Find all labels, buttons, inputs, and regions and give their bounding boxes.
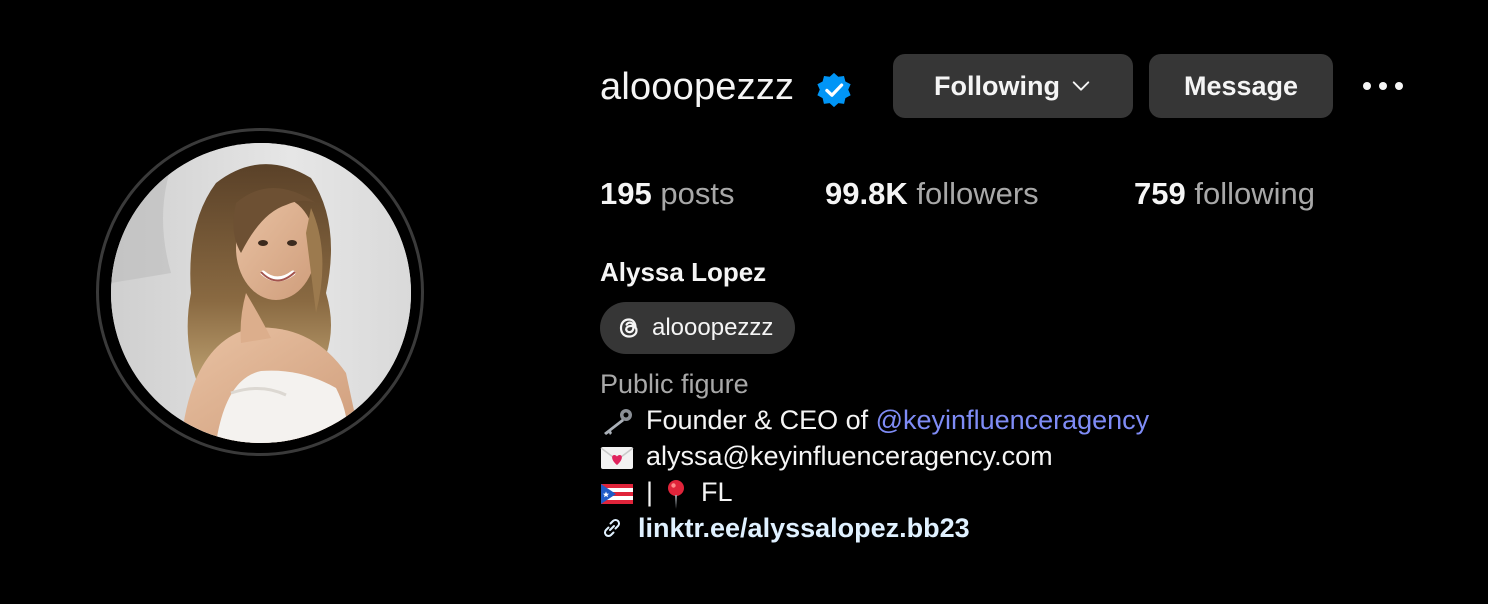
link-icon	[600, 516, 624, 540]
external-link[interactable]: linktr.ee/alyssalopez.bb23	[600, 511, 970, 545]
following-count: 759	[1134, 176, 1186, 211]
key-icon	[600, 407, 634, 437]
threads-badge[interactable]: alooopezzz	[600, 302, 795, 354]
threads-handle: alooopezzz	[652, 314, 774, 341]
bio-line-location: | FL	[600, 475, 733, 510]
threads-icon	[614, 313, 644, 343]
posts-count: 195	[600, 176, 652, 211]
bio-line-email: alyssa@keyinfluenceragency.com	[600, 439, 1053, 473]
chevron-down-icon	[1070, 75, 1092, 97]
stat-following-link[interactable]: 759 following	[1134, 174, 1315, 214]
bio-separator: |	[646, 477, 654, 507]
mention-link[interactable]: @keyinfluenceragency	[876, 405, 1150, 435]
bio-line-founder: Founder & CEO of @keyinfluenceragency	[600, 403, 1149, 437]
verified-badge-icon	[815, 71, 853, 109]
stat-posts: 195 posts	[600, 174, 734, 214]
round-pushpin-icon	[663, 478, 689, 510]
external-link-text: linktr.ee/alyssalopez.bb23	[638, 512, 970, 543]
more-options-icon[interactable]	[1356, 70, 1410, 102]
posts-label: posts	[660, 176, 735, 211]
following-label: following	[1194, 176, 1315, 211]
love-letter-icon	[600, 443, 634, 473]
bio-email-text: alyssa@keyinfluenceragency.com	[646, 441, 1053, 471]
following-button[interactable]: Following	[893, 54, 1133, 118]
message-button[interactable]: Message	[1149, 54, 1333, 118]
avatar[interactable]	[111, 143, 411, 443]
profile-full-name: Alyssa Lopez	[600, 257, 767, 287]
stat-followers-link[interactable]: 99.8K followers	[825, 174, 1039, 214]
profile-photo	[111, 143, 411, 443]
profile-username: alooopezzz	[600, 66, 795, 108]
profile-category: Public figure	[600, 369, 749, 399]
puerto-rico-flag-icon	[600, 479, 634, 509]
followers-count: 99.8K	[825, 176, 908, 211]
following-button-label: Following	[934, 70, 1060, 101]
message-button-label: Message	[1183, 70, 1299, 101]
bio-location-text: FL	[701, 477, 733, 507]
followers-label: followers	[916, 176, 1039, 211]
bio-founder-text: Founder & CEO of	[646, 405, 869, 435]
